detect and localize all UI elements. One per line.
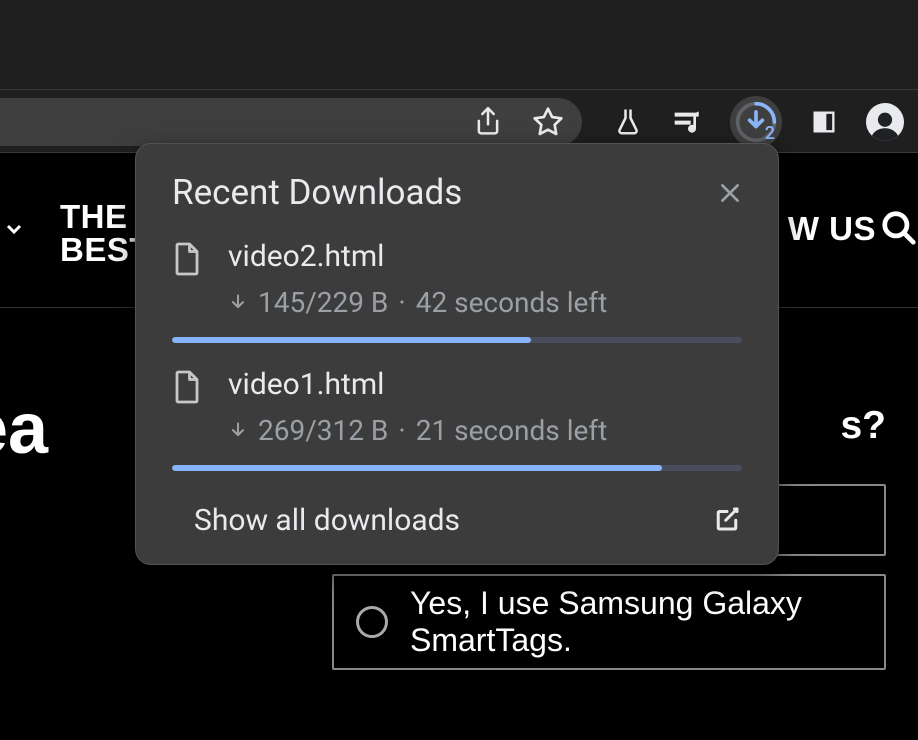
download-filename: video2.html: [228, 239, 742, 274]
progress-fill: [172, 337, 531, 343]
download-item[interactable]: video1.html 269/312 B · 21 seconds left: [172, 367, 742, 471]
poll-option-2[interactable]: Yes, I use Samsung Galaxy SmartTags.: [332, 574, 886, 670]
search-icon[interactable]: [880, 209, 918, 251]
download-status: 145/229 B · 42 seconds left: [228, 286, 742, 319]
open-external-icon[interactable]: [712, 504, 742, 538]
progress-bar: [172, 337, 742, 343]
download-arrow-icon: [228, 421, 248, 441]
download-eta: 21 seconds left: [416, 414, 608, 447]
download-filename: video1.html: [228, 367, 742, 402]
progress-fill: [172, 465, 662, 471]
download-status: 269/312 B · 21 seconds left: [228, 414, 742, 447]
close-button[interactable]: [712, 175, 748, 211]
download-progress-text: 145/229 B: [258, 286, 388, 319]
nav-follow-us[interactable]: W US: [788, 210, 876, 248]
download-eta: 42 seconds left: [416, 286, 608, 319]
share-icon[interactable]: [470, 104, 506, 140]
headline-fragment: n mea: [0, 388, 48, 470]
progress-bar: [172, 465, 742, 471]
panel-icon[interactable]: [806, 104, 842, 140]
profile-avatar[interactable]: [866, 103, 904, 141]
downloads-button[interactable]: 2: [730, 96, 782, 148]
poll-option-label: Yes, I use Samsung Galaxy SmartTags.: [410, 585, 862, 659]
download-item[interactable]: video2.html 145/229 B · 42 seconds left: [172, 239, 742, 343]
file-icon: [172, 241, 202, 319]
downloads-badge-count: 2: [765, 123, 775, 144]
star-icon[interactable]: [530, 104, 566, 140]
popup-title: Recent Downloads: [172, 172, 462, 213]
labs-icon[interactable]: [610, 104, 646, 140]
radio-icon: [356, 606, 388, 638]
downloads-popup: Recent Downloads video2.html 145/229 B ·…: [135, 143, 779, 565]
browser-tab-strip: [0, 0, 918, 89]
music-queue-icon[interactable]: [670, 104, 706, 140]
show-all-downloads-link[interactable]: Show all downloads: [172, 503, 460, 538]
file-icon: [172, 369, 202, 447]
chevron-down-icon[interactable]: [2, 217, 26, 245]
download-progress-text: 269/312 B: [258, 414, 388, 447]
download-arrow-icon: [228, 293, 248, 313]
omnibox[interactable]: [0, 98, 582, 146]
